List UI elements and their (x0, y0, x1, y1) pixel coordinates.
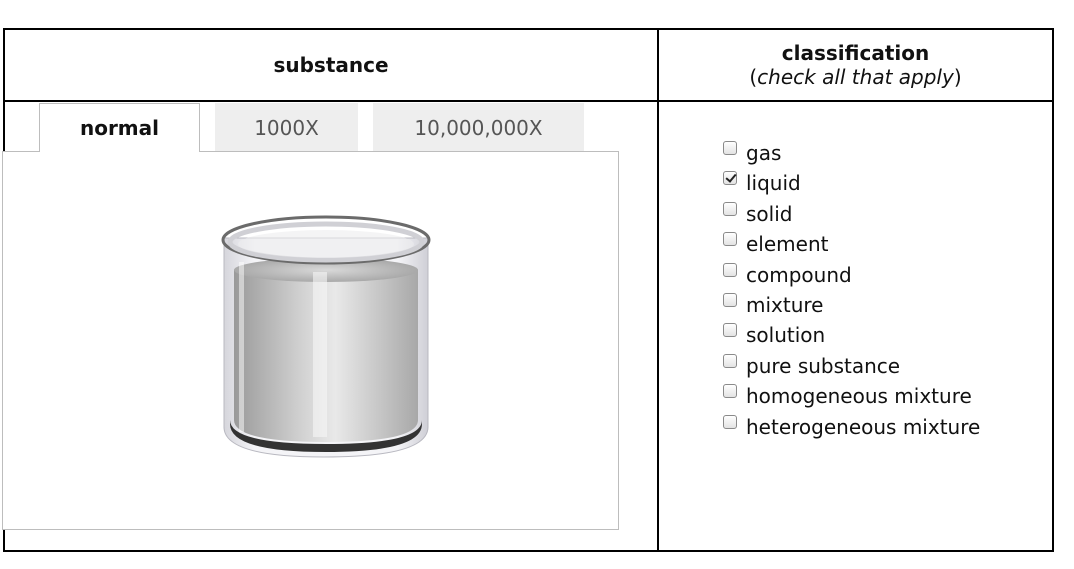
tab-normal[interactable]: normal (39, 103, 200, 152)
option-homogeneous-mixture[interactable]: homogeneous mixture (723, 381, 1033, 411)
tab-1000x[interactable]: 1000X (215, 103, 358, 152)
table-header-row: substance classification (check all that… (5, 30, 1052, 102)
tab-10000000x-label: 10,000,000X (414, 115, 543, 140)
option-liquid[interactable]: liquid (723, 168, 1033, 198)
option-pure-substance-label: pure substance (746, 353, 901, 378)
option-gas[interactable]: gas (723, 138, 1033, 168)
classification-header: classification (check all that apply) (659, 30, 1052, 100)
checkbox-solution[interactable] (723, 323, 737, 338)
tab-10000000x[interactable]: 10,000,000X (373, 103, 584, 152)
classification-hint: (check all that apply) (749, 65, 962, 89)
option-liquid-label: liquid (746, 171, 801, 196)
option-heterogeneous-mixture-label: heterogeneous mixture (746, 414, 981, 439)
tab-normal-label: normal (79, 116, 160, 140)
checkbox-homogeneous-mixture[interactable] (723, 384, 737, 399)
option-solid-label: solid (746, 201, 793, 226)
checkbox-solid[interactable] (723, 201, 737, 216)
checkbox-mixture[interactable] (723, 292, 737, 307)
option-gas-label: gas (746, 141, 782, 165)
checkbox-element[interactable] (723, 232, 737, 247)
substance-view-panel (2, 151, 619, 530)
checkbox-heterogeneous-mixture[interactable] (723, 414, 737, 429)
option-heterogeneous-mixture[interactable]: heterogeneous mixture (723, 412, 1033, 442)
classification-header-label: classification (781, 41, 930, 65)
option-mixture-label: mixture (746, 292, 824, 317)
option-solution[interactable]: solution (723, 320, 1033, 350)
option-compound-label: compound (746, 262, 852, 287)
option-solid[interactable]: solid (723, 199, 1033, 229)
option-solution-label: solution (746, 323, 826, 348)
classification-options: gas liquid solid element compound mixtur… (723, 138, 1033, 442)
checkbox-gas[interactable] (723, 141, 737, 155)
tab-1000x-label: 1000X (254, 115, 319, 140)
option-mixture[interactable]: mixture (723, 290, 1033, 320)
checkbox-liquid[interactable] (723, 171, 737, 186)
option-element[interactable]: element (723, 229, 1033, 259)
option-element-label: element (746, 232, 829, 257)
checkbox-compound[interactable] (723, 262, 737, 277)
option-homogeneous-mixture-label: homogeneous mixture (746, 384, 972, 409)
option-compound[interactable]: compound (723, 260, 1033, 290)
substance-header-label: substance (273, 53, 389, 77)
column-divider (657, 30, 659, 550)
option-pure-substance[interactable]: pure substance (723, 351, 1033, 381)
classification-hint-text: check all that apply (757, 65, 954, 89)
beaker-icon (221, 215, 431, 458)
checkbox-pure-substance[interactable] (723, 353, 737, 368)
substance-header: substance (5, 30, 657, 100)
